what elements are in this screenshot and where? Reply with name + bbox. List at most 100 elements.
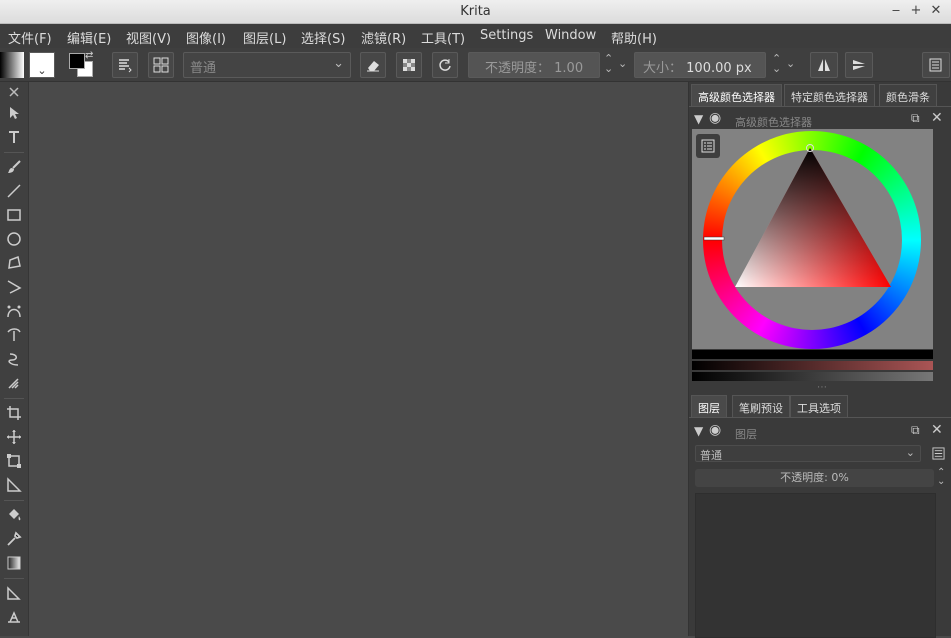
line-icon[interactable]: [5, 182, 23, 200]
layer-opacity-slider[interactable]: 不透明度: 0%: [695, 469, 934, 487]
tab-brush-presets[interactable]: 笔刷预设: [732, 395, 790, 417]
saturation-value-triangle[interactable]: [692, 129, 933, 349]
brush-presets-icon: [153, 57, 169, 73]
text-icon[interactable]: [5, 128, 23, 146]
layers-list[interactable]: [695, 493, 936, 638]
dynamic-brush-icon[interactable]: [5, 350, 23, 368]
perspective-icon[interactable]: [5, 476, 23, 494]
workspace-icon: [929, 58, 942, 72]
chevron-down-icon: ⌄: [333, 56, 344, 71]
layer-blend-mode-select[interactable]: 普通 ⌄: [695, 445, 921, 462]
right-docker: 高级颜色选择器 特定颜色选择器 颜色滑条 ▼ ◉ 高级颜色选择器 ⧉ ✕ ⋯ 图…: [663, 82, 951, 638]
tab-tool-options[interactable]: 工具选项: [790, 395, 848, 417]
collapse-triangle-icon[interactable]: ▼: [694, 112, 703, 126]
brush-settings-button[interactable]: [112, 52, 138, 78]
opacity-menu-icon[interactable]: ⌄: [618, 57, 627, 70]
color-picker-icon[interactable]: [5, 530, 23, 548]
color-selector-area[interactable]: [663, 91, 951, 389]
tab-advanced-color-selector[interactable]: 高级颜色选择器: [691, 84, 782, 106]
menu-view[interactable]: 视图(V): [126, 28, 171, 47]
tab-divider: [689, 106, 951, 107]
close-panel-icon[interactable]: ✕: [931, 110, 943, 126]
freehand-path-icon[interactable]: [5, 326, 23, 344]
gradient-icon[interactable]: [5, 554, 23, 572]
mirror-vertical-button[interactable]: [845, 52, 873, 78]
pattern-selector[interactable]: ⌄: [29, 52, 55, 78]
ellipse-icon[interactable]: [5, 230, 23, 248]
move-icon[interactable]: [5, 428, 23, 446]
fg-bg-color-selector[interactable]: ⇄: [68, 50, 96, 78]
blend-mode-value: 普通: [190, 61, 217, 76]
crop-icon[interactable]: [5, 404, 23, 422]
close-icon[interactable]: [5, 83, 23, 101]
workspace-chooser-button[interactable]: [922, 52, 950, 78]
brush-icon[interactable]: [5, 158, 23, 176]
swap-colors-icon[interactable]: ⇄: [85, 50, 93, 61]
bezier-icon[interactable]: [5, 302, 23, 320]
layer-properties-button[interactable]: [929, 445, 947, 462]
reload-preset-button[interactable]: [432, 52, 458, 78]
measure-icon[interactable]: [5, 584, 23, 602]
tab-color-sliders[interactable]: 颜色滑条: [879, 84, 937, 106]
tab-layers[interactable]: 图层: [691, 395, 727, 417]
tab-specific-color-selector[interactable]: 特定颜色选择器: [784, 84, 875, 106]
opacity-label: 不透明度：: [485, 61, 551, 76]
eraser-toggle-button[interactable]: [360, 52, 386, 78]
menu-bar: 文件(F) 编辑(E) 视图(V) 图像(I) 图层(L) 选择(S) 滤镜(R…: [0, 24, 951, 48]
mirror-horizontal-icon: [818, 59, 830, 71]
minimize-icon[interactable]: ‒: [888, 3, 904, 19]
toolbox-separator: [4, 152, 24, 153]
menu-image[interactable]: 图像(I): [186, 28, 226, 47]
size-value: 100.00 px: [686, 61, 752, 76]
close-panel-icon[interactable]: ✕: [931, 422, 943, 438]
drag-handle-icon[interactable]: ⋯: [817, 382, 827, 393]
maximize-icon[interactable]: +: [908, 3, 924, 19]
close-window-icon[interactable]: ✕: [928, 3, 944, 19]
assistant-icon[interactable]: [5, 608, 23, 626]
select-icon[interactable]: [5, 104, 23, 122]
black-gradient-bar[interactable]: [692, 350, 933, 359]
collapse-triangle-icon[interactable]: ▼: [694, 424, 703, 438]
opacity-spin-icon[interactable]: ⌃ ⌄: [604, 53, 613, 74]
shade-gradient-bar[interactable]: [692, 361, 933, 370]
fill-icon[interactable]: [5, 506, 23, 524]
size-menu-icon[interactable]: ⌄: [786, 57, 795, 70]
float-panel-icon[interactable]: ⧉: [911, 111, 920, 126]
value-gradient-bar[interactable]: [692, 372, 933, 381]
opacity-field[interactable]: 不透明度： 1.00: [468, 52, 600, 78]
lock-icon[interactable]: ◉: [709, 110, 721, 126]
brush-size-field[interactable]: 大小： 100.00 px: [634, 52, 766, 78]
rectangle-icon[interactable]: [5, 206, 23, 224]
menu-tools[interactable]: 工具(T): [421, 28, 465, 47]
menu-layer[interactable]: 图层(L): [243, 28, 286, 47]
mirror-horizontal-button[interactable]: [810, 52, 838, 78]
menu-help[interactable]: 帮助(H): [611, 28, 657, 47]
float-panel-icon[interactable]: ⧉: [911, 423, 920, 438]
menu-edit[interactable]: 编辑(E): [67, 28, 111, 47]
menu-filter[interactable]: 滤镜(R): [361, 28, 406, 47]
gradient-preview[interactable]: [0, 52, 24, 78]
lock-icon[interactable]: ◉: [709, 422, 721, 438]
canvas-area[interactable]: [30, 82, 686, 636]
menu-window[interactable]: Window: [545, 28, 596, 43]
preserve-alpha-button[interactable]: [396, 52, 422, 78]
menu-settings[interactable]: Settings: [480, 28, 533, 43]
menu-file[interactable]: 文件(F): [8, 28, 52, 47]
layer-opacity-spin-icon[interactable]: ⌃ ⌄: [937, 468, 945, 487]
layer-blend-mode-value: 普通: [700, 449, 722, 462]
list-settings-icon: [931, 447, 945, 460]
multibrush-icon[interactable]: [5, 374, 23, 392]
brush-presets-button[interactable]: [148, 52, 174, 78]
mirror-vertical-icon: [853, 60, 865, 70]
blend-mode-select[interactable]: 普通 ⌄: [183, 52, 351, 78]
size-label: 大小：: [643, 61, 683, 76]
toolbox-separator: [4, 578, 24, 579]
polyline-icon[interactable]: [5, 278, 23, 296]
foreground-overlay: [69, 53, 85, 69]
toolbox-separator: [4, 398, 24, 399]
transform-icon[interactable]: [5, 452, 23, 470]
menu-select[interactable]: 选择(S): [301, 28, 345, 47]
size-spin-icon[interactable]: ⌃ ⌄: [772, 53, 781, 74]
brush-toolbar: ⌄ ⇄ 普通 ⌄ 不透明度： 1.00 ⌃ ⌄ ⌄ 大小： 100.00 px ⌃…: [0, 48, 951, 82]
polygon-icon[interactable]: [5, 254, 23, 272]
